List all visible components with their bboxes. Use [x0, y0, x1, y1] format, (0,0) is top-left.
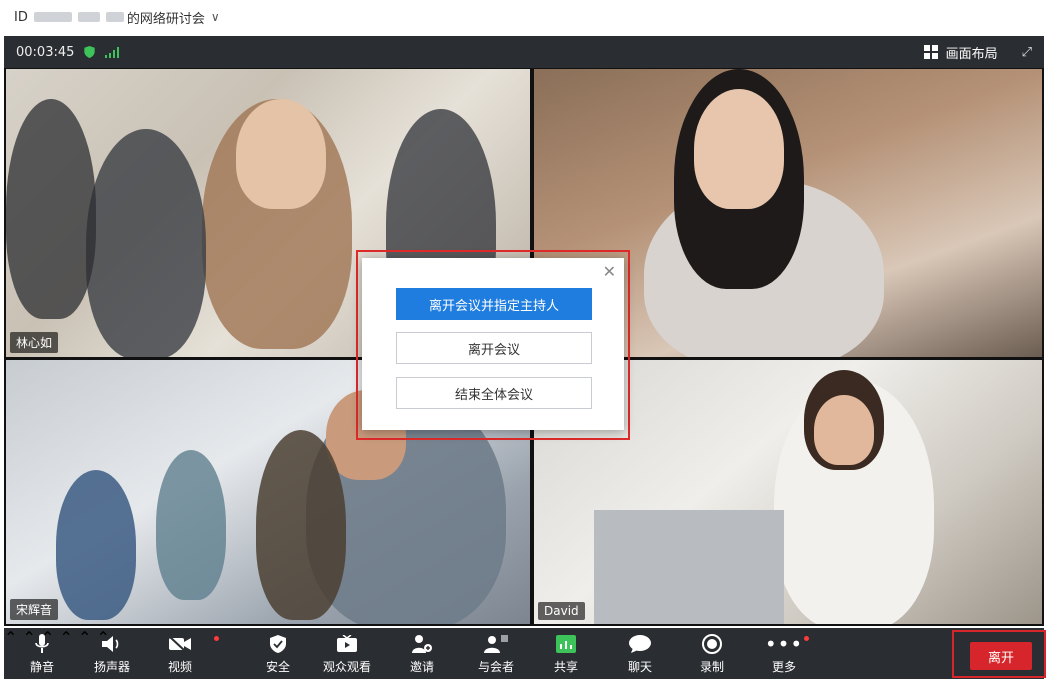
- leave-and-assign-host-button[interactable]: 离开会议并指定主持人: [396, 288, 592, 320]
- video-off-icon: [169, 633, 191, 655]
- shield-check-icon: [270, 633, 286, 655]
- mute-label: 静音: [29, 659, 54, 674]
- participant-name: 宋辉音: [10, 599, 59, 620]
- speaker-icon: [102, 633, 122, 655]
- end-meeting-for-all-button[interactable]: 结束全体会议: [396, 377, 592, 409]
- chat-button[interactable]: 聊天: [624, 628, 656, 679]
- leave-button[interactable]: 离开: [970, 642, 1032, 670]
- participant-name: David: [538, 602, 585, 620]
- notification-dot: [214, 636, 219, 641]
- redacted-name: [105, 12, 124, 22]
- share-screen-icon: [556, 633, 576, 655]
- notification-dot: [804, 636, 809, 641]
- video-button[interactable]: 视频: [162, 628, 198, 679]
- video-label: 视频: [167, 659, 192, 674]
- audience-view-label: 观众观看: [322, 659, 371, 674]
- meeting-id-label: ID: [14, 9, 28, 25]
- chevron-up-icon[interactable]: ⌃: [4, 628, 17, 647]
- speaker-button[interactable]: 扬声器: [90, 628, 134, 679]
- signal-strength-icon: [105, 46, 120, 58]
- share-label: 共享: [553, 659, 578, 674]
- leave-meeting-dialog: ✕ 离开会议并指定主持人 离开会议 结束全体会议: [362, 258, 624, 430]
- meeting-title-bar[interactable]: ID 的网络研讨会 ∨: [0, 0, 1048, 34]
- more-label: 更多: [771, 659, 796, 674]
- layout-button[interactable]: 画面布局: [946, 43, 998, 62]
- attendees-button[interactable]: 与会者: [474, 628, 518, 679]
- leave-meeting-button[interactable]: 离开会议: [396, 332, 592, 364]
- chevron-down-icon[interactable]: ∨: [211, 10, 220, 24]
- invite-button[interactable]: 邀请: [406, 628, 438, 679]
- meeting-title: 的网络研讨会: [126, 11, 205, 27]
- speaker-label: 扬声器: [93, 659, 130, 674]
- chat-label: 聊天: [627, 659, 652, 674]
- more-dots-icon: •••: [764, 631, 804, 656]
- security-button[interactable]: 安全: [262, 628, 294, 679]
- audience-view-button[interactable]: 观众观看: [320, 628, 374, 679]
- record-label: 录制: [699, 659, 724, 674]
- redacted-id: [33, 12, 72, 22]
- attendees-label: 与会者: [477, 659, 514, 674]
- security-label: 安全: [265, 659, 290, 674]
- record-button[interactable]: 录制: [696, 628, 728, 679]
- meeting-toolbar: 静音 ⌃ 扬声器 ⌃ 视频 ⌃ 安全 观众观看 ⌃ 邀请 与会者 共享 ⌃ 聊天…: [4, 628, 1044, 679]
- fullscreen-icon[interactable]: ⤢: [1022, 45, 1032, 60]
- redacted-id: [77, 12, 100, 22]
- share-button[interactable]: 共享: [550, 628, 582, 679]
- mute-button[interactable]: 静音: [26, 628, 58, 679]
- tv-icon: [337, 633, 357, 655]
- add-user-icon: [412, 633, 432, 655]
- record-icon: [702, 633, 722, 655]
- participants-icon: [484, 633, 508, 655]
- layout-grid-icon[interactable]: [923, 45, 938, 59]
- close-icon[interactable]: ✕: [603, 262, 616, 281]
- elapsed-time: 00:03:45: [16, 44, 75, 60]
- participant-name: 林心如: [10, 332, 59, 353]
- invite-label: 邀请: [409, 659, 434, 674]
- chat-bubble-icon: [629, 633, 651, 655]
- chevron-up-icon[interactable]: ⌃: [60, 628, 73, 647]
- microphone-icon: [35, 633, 49, 655]
- meeting-status-bar: 00:03:45 画面布局 ⤢: [4, 36, 1044, 68]
- shield-icon: [84, 46, 96, 58]
- more-button[interactable]: ••• 更多: [764, 628, 804, 679]
